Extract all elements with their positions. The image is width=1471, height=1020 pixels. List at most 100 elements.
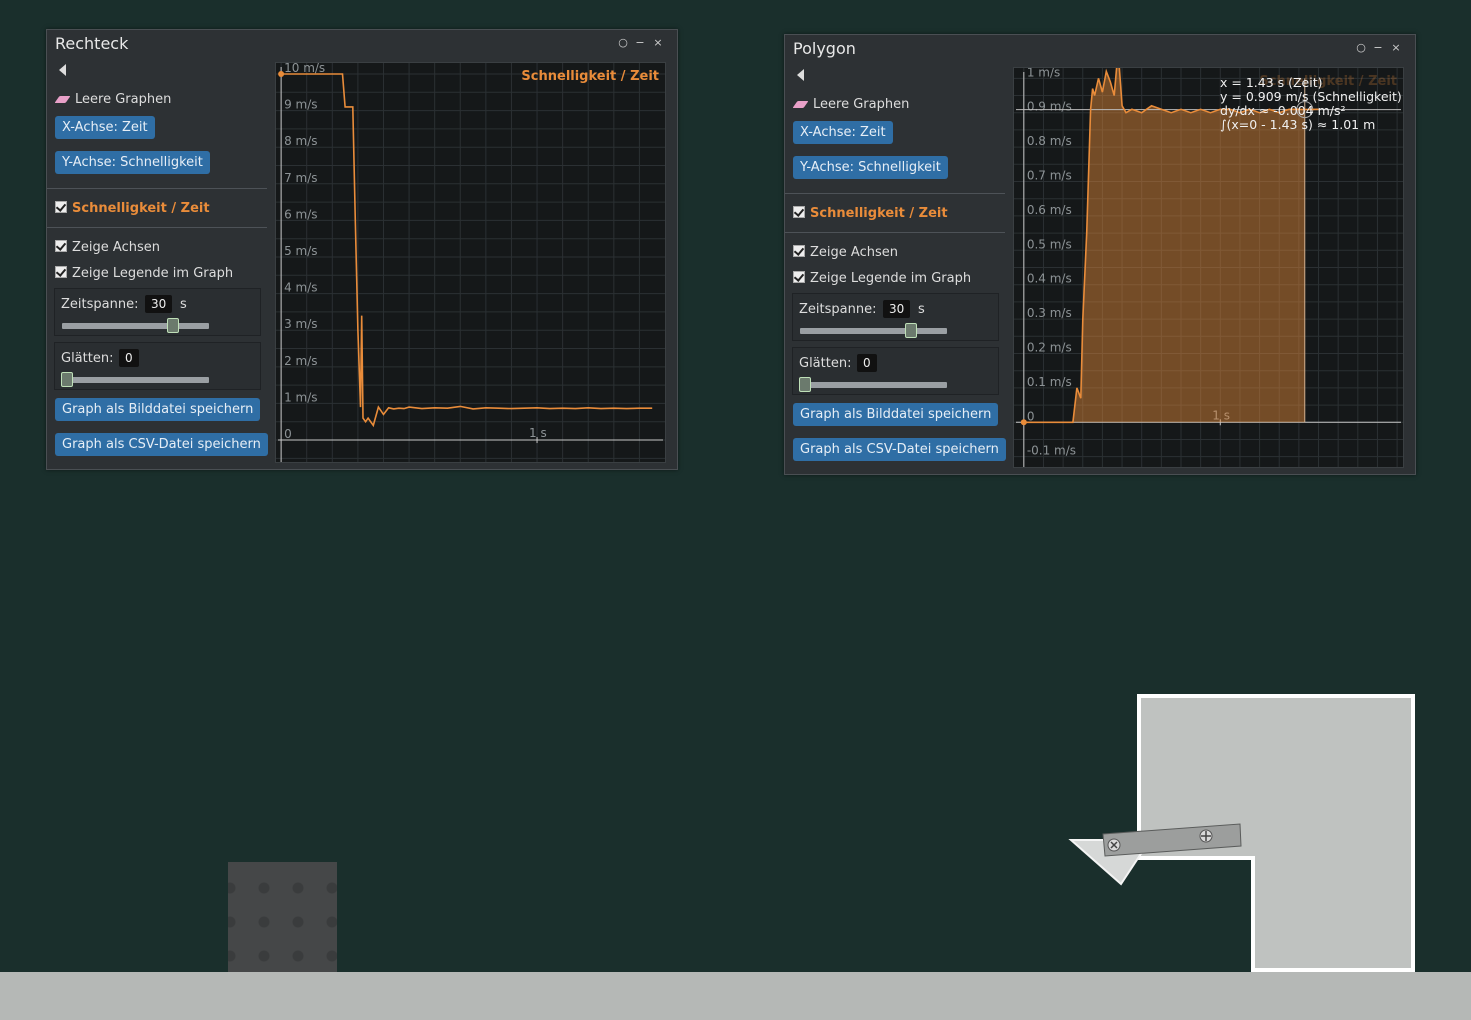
collapse-arrow-icon[interactable]: [797, 69, 804, 81]
y-tick-label: 8 m/s: [284, 134, 317, 148]
clear-graphs-label: Leere Graphen: [813, 97, 910, 112]
ground: [0, 972, 1471, 1020]
hover-y: y = 0.909 m/s (Schnelligkeit): [1220, 89, 1402, 104]
series-checkbox[interactable]: [55, 201, 67, 213]
y-tick-label: 0.3 m/s: [1027, 306, 1072, 320]
timespan-slider-handle[interactable]: [904, 323, 917, 338]
show-axes-checkbox[interactable]: [793, 245, 805, 257]
save-csv-button[interactable]: Graph als CSV-Datei speichern: [55, 433, 268, 456]
show-axes-label: Zeige Achsen: [810, 245, 898, 260]
divider: [785, 232, 1005, 233]
timespan-label: Zeitspanne:: [799, 302, 877, 317]
pin-icon[interactable]: ○: [1355, 41, 1367, 54]
y-tick-label: 0: [1027, 409, 1035, 423]
smoothing-label: Glätten:: [61, 351, 114, 366]
y-tick-label: 7 m/s: [284, 171, 317, 185]
clear-graphs-button[interactable]: Leere Graphen: [54, 92, 172, 107]
hover-derivative: dy/dx ≈ -0.004 m/s²: [1220, 103, 1346, 118]
hover-info: x = 1.43 s (Zeit) y = 0.909 m/s (Schnell…: [1220, 76, 1402, 132]
y-tick-label: 9 m/s: [284, 98, 317, 112]
timespan-input[interactable]: 30: [883, 300, 911, 318]
timespan-slider-track[interactable]: [62, 323, 209, 329]
smoothing-slider-track[interactable]: [800, 382, 947, 388]
smoothing-slider-track[interactable]: [62, 377, 209, 383]
window-titlebar[interactable]: Rechteck ○ − ×: [47, 30, 677, 56]
show-axes-toggle[interactable]: Zeige Achsen: [793, 245, 898, 260]
series-label: Schnelligkeit / Zeit: [810, 206, 948, 221]
graph-canvas[interactable]: -0.1 m/s 0 0.1 m/s 0.2 m/s 0.3 m/s 0.4 m/s 0.5…: [1013, 67, 1404, 468]
divider: [47, 188, 267, 189]
smoothing-slider-handle[interactable]: [799, 377, 811, 392]
collapse-arrow-icon[interactable]: [59, 64, 66, 76]
x-axis-button[interactable]: X-Achse: Zeit: [55, 116, 155, 139]
y-tick-label: 4 m/s: [284, 281, 317, 295]
smoothing-control: Glätten: 0: [792, 347, 999, 395]
show-legend-label: Zeige Legende im Graph: [810, 271, 972, 286]
y-tick-label: 10 m/s: [284, 63, 325, 75]
wedge-body: [1068, 839, 1152, 886]
minimize-button[interactable]: −: [1372, 41, 1384, 54]
joint-icon: [1107, 838, 1121, 852]
series-toggle[interactable]: Schnelligkeit / Zeit: [55, 201, 210, 216]
x-axis-button[interactable]: X-Achse: Zeit: [793, 121, 893, 144]
x-tick-label: 1 s: [529, 426, 547, 440]
minimize-button[interactable]: −: [634, 36, 646, 49]
y-tick-label: 0.7 m/s: [1027, 169, 1072, 183]
window-titlebar[interactable]: Polygon ○ − ×: [785, 35, 1415, 61]
show-legend-toggle[interactable]: Zeige Legende im Graph: [793, 271, 971, 286]
y-axis-button[interactable]: Y-Achse: Schnelligkeit: [793, 156, 948, 179]
show-legend-toggle[interactable]: Zeige Legende im Graph: [55, 266, 233, 281]
smoothing-input[interactable]: 0: [119, 349, 139, 367]
y-tick-label: 0.1 m/s: [1027, 375, 1072, 389]
y-tick-label: 0.6 m/s: [1027, 203, 1072, 217]
clear-graphs-label: Leere Graphen: [75, 92, 172, 107]
show-axes-toggle[interactable]: Zeige Achsen: [55, 240, 160, 255]
timespan-unit: s: [180, 297, 187, 312]
timespan-input[interactable]: 30: [145, 295, 173, 313]
y-tick-label: 0.8 m/s: [1027, 134, 1072, 148]
eraser-icon: [54, 96, 71, 103]
divider: [47, 227, 267, 228]
show-legend-checkbox[interactable]: [55, 266, 67, 278]
graph-window-rechteck[interactable]: Rechteck ○ − × Leere Graphen X-Achse: Ze…: [46, 29, 678, 470]
close-button[interactable]: ×: [1390, 41, 1402, 54]
smoothing-input[interactable]: 0: [857, 354, 877, 372]
series-toggle[interactable]: Schnelligkeit / Zeit: [793, 206, 948, 221]
show-legend-checkbox[interactable]: [793, 271, 805, 283]
speed-time-chart: 0 1 m/s 2 m/s 3 m/s 4 m/s 5 m/s 6 m/s 7 m/s 8 m/…: [276, 63, 665, 462]
graph-window-polygon[interactable]: Polygon ○ − × Leere Graphen X-Achse: Zei…: [784, 34, 1416, 475]
smoothing-slider-handle[interactable]: [61, 372, 73, 387]
show-axes-checkbox[interactable]: [55, 240, 67, 252]
series-checkbox[interactable]: [793, 206, 805, 218]
save-image-button[interactable]: Graph als Bilddatei speichern: [55, 398, 261, 421]
hover-integral: ∫(x=0 - 1.43 s) ≈ 1.01 m: [1220, 117, 1376, 132]
y-tick-label: 3 m/s: [284, 317, 317, 331]
timespan-slider-handle[interactable]: [166, 318, 179, 333]
timespan-slider-track[interactable]: [800, 328, 947, 334]
timespan-unit: s: [918, 302, 925, 317]
smoothing-label: Glätten:: [799, 356, 852, 371]
y-tick-label: 2 m/s: [284, 354, 317, 368]
y-tick-label: 5 m/s: [284, 244, 317, 258]
series-label: Schnelligkeit / Zeit: [72, 201, 210, 216]
graph-canvas[interactable]: 0 1 m/s 2 m/s 3 m/s 4 m/s 5 m/s 6 m/s 7 m/s 8 m/…: [275, 62, 666, 463]
motor-icon: [1199, 829, 1213, 843]
timespan-label: Zeitspanne:: [61, 297, 139, 312]
clear-graphs-button[interactable]: Leere Graphen: [792, 97, 910, 112]
timespan-control: Zeitspanne: 30 s: [54, 288, 261, 336]
hover-x: x = 1.43 s (Zeit): [1220, 75, 1323, 90]
timespan-control: Zeitspanne: 30 s: [792, 293, 999, 341]
close-button[interactable]: ×: [652, 36, 664, 49]
graph-legend: Schnelligkeit / Zeit: [521, 69, 659, 84]
show-legend-label: Zeige Legende im Graph: [72, 266, 234, 281]
save-image-button[interactable]: Graph als Bilddatei speichern: [793, 403, 999, 426]
beam-body: [1102, 823, 1242, 857]
pin-icon[interactable]: ○: [617, 36, 629, 49]
series-start-point: [1020, 419, 1027, 426]
y-tick-label: -0.1 m/s: [1027, 444, 1076, 458]
rectangle-body[interactable]: [228, 862, 337, 972]
y-axis-button[interactable]: Y-Achse: Schnelligkeit: [55, 151, 210, 174]
save-csv-button[interactable]: Graph als CSV-Datei speichern: [793, 438, 1006, 461]
y-tick-label: 0: [284, 427, 292, 441]
y-tick-label: 0.5 m/s: [1027, 237, 1072, 251]
